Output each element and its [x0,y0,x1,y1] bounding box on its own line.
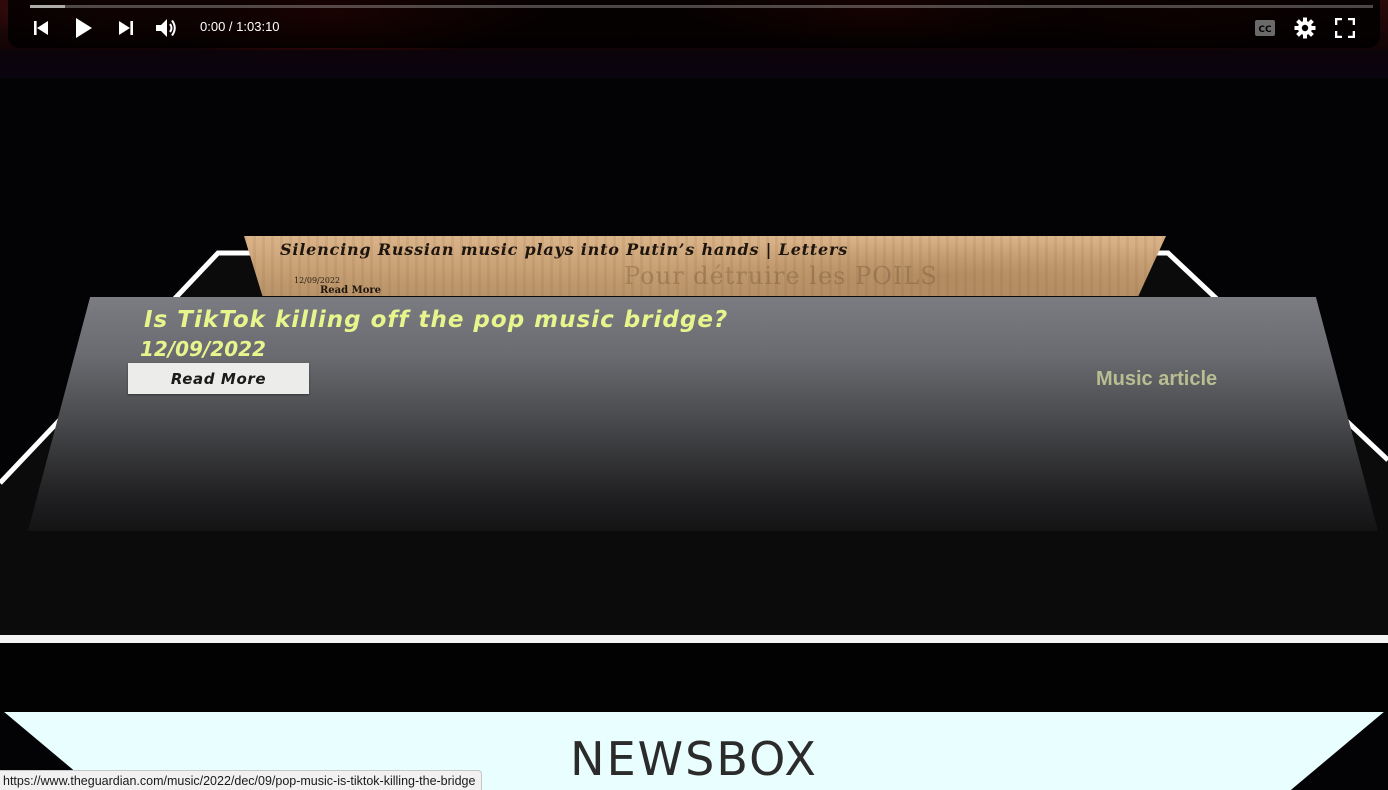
progress-buffered [30,5,65,8]
time-total: 1:03:10 [236,19,280,34]
captions-badge-text: CC [1258,25,1272,35]
article-card-back[interactable]: Pour détruire les POILS Silencing Russia… [244,236,1166,296]
article-card-front[interactable]: Is TikTok killing off the pop music brid… [28,297,1378,531]
article-title: Is TikTok killing off the pop music brid… [144,307,729,333]
time-separator: / [225,19,237,34]
volume-icon[interactable] [152,14,180,42]
newspaper-background-text: Pour détruire les POILS [624,262,938,290]
status-bar-url: https://www.theguardian.com/music/2022/d… [0,770,483,790]
skip-next-icon[interactable] [112,14,140,42]
read-more-button[interactable]: Read More [128,363,309,394]
video-player[interactable]: 0:00 / 1:03:10 CC [0,0,1388,78]
player-controls: 0:00 / 1:03:10 CC [8,0,1380,48]
page: 0:00 / 1:03:10 CC Pour détruire les POIL… [0,0,1388,790]
fullscreen-icon[interactable] [1331,14,1359,42]
article-title: Silencing Russian music plays into Putin… [280,240,849,259]
time-display: 0:00 / 1:03:10 [200,19,280,34]
play-icon[interactable] [69,14,97,42]
news-carousel: Pour détruire les POILS Silencing Russia… [0,78,1388,790]
progress-bar[interactable] [30,5,1373,8]
gear-icon[interactable] [1291,14,1319,42]
skip-previous-icon[interactable] [27,14,55,42]
closed-captions-icon[interactable]: CC [1251,14,1279,42]
article-date: 12/09/2022 [140,337,266,361]
article-date: 12/09/2022 [294,276,341,285]
time-current: 0:00 [200,19,226,34]
read-more-link[interactable]: Read More [320,285,381,296]
category-label: Music article [1096,368,1218,390]
